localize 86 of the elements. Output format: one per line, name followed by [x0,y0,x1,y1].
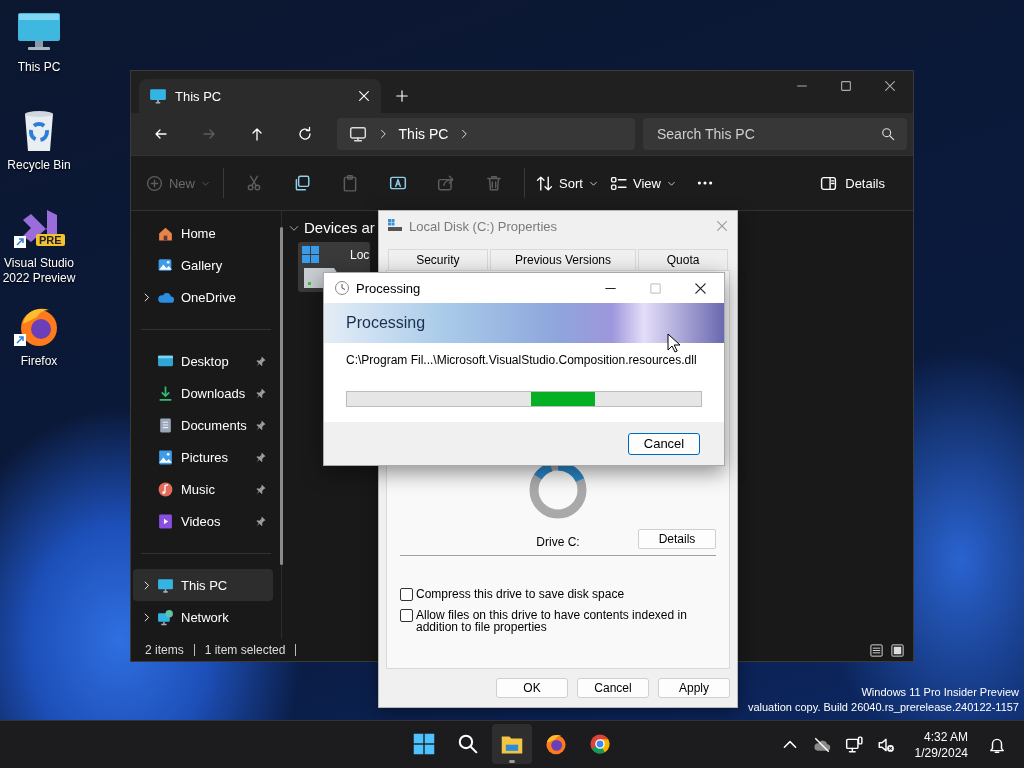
maximize-icon[interactable] [839,79,853,93]
view-icon [610,174,627,192]
plus-circle-icon [146,174,163,192]
monitor-icon [157,576,174,594]
checkbox-label[interactable]: Compress this drive to save disk space [416,588,625,600]
mouse-cursor-icon [667,333,681,353]
monitor-icon [348,125,367,143]
sidebar-item[interactable]: Pictures [133,441,273,473]
dialog-title: Local Disk (C:) Properties [409,218,558,234]
picture-icon [157,448,174,466]
sort-icon [536,174,554,192]
sidebar-item[interactable]: Home [133,217,273,249]
dialog-tab[interactable]: Quota [638,249,728,270]
search-field[interactable]: Search This PC [642,118,907,150]
gallery-icon [157,256,174,274]
details-view-icon[interactable] [869,642,884,658]
clock-icon [334,280,350,296]
music-note-icon [157,480,174,498]
tiles-view-icon[interactable] [890,642,905,658]
pin-icon[interactable] [255,451,267,463]
clock-date[interactable]: 1/29/2024 [914,744,968,761]
close-tab-icon[interactable] [357,89,371,103]
document-icon [157,416,174,434]
dialog-tab[interactable]: Security [388,249,488,270]
sidebar-item[interactable]: OneDrive [133,281,273,313]
cancel-button[interactable]: Cancel [628,432,700,455]
pin-icon[interactable] [255,387,267,399]
pin-icon[interactable] [255,515,267,527]
sort-button[interactable]: Sort [531,165,603,201]
shortcut-arrow-icon [14,334,26,346]
rename-icon[interactable] [389,174,407,192]
checkbox[interactable] [400,609,413,622]
details-button[interactable]: Details [814,173,891,193]
refresh-icon[interactable] [296,126,313,142]
sidebar-item[interactable]: This PC [133,569,273,601]
new-tab-icon[interactable] [395,89,409,103]
breadcrumb-item[interactable]: This PC [398,126,449,142]
sidebar-item[interactable]: Videos [133,505,273,537]
sidebar-item[interactable]: Music [133,473,273,505]
taskbar-button[interactable] [492,724,532,764]
desktop-icon-label[interactable]: Visual Studio 2022 Preview [0,256,78,286]
search-icon[interactable] [880,127,895,141]
close-icon[interactable] [693,280,708,296]
checkbox[interactable] [400,588,413,601]
drive-label: Drive C: [536,535,580,549]
sidebar-item[interactable]: Gallery [133,249,273,281]
start-icon [411,731,437,757]
desktop-icon-label[interactable]: This PC [17,60,61,75]
monitor-icon [149,87,167,105]
sidebar-item[interactable]: Downloads [133,377,273,409]
copy-icon[interactable] [293,174,311,192]
cancel-button[interactable]: Cancel [577,678,649,698]
video-icon [157,512,174,530]
address-bar[interactable]: This PC [336,118,635,150]
desktop-icon-label[interactable]: Recycle Bin [7,158,71,173]
selection-count: 1 item selected [204,643,286,657]
file-path: C:\Program Fil...\Microsoft.VisualStudio.Composition.resources.dll [346,353,698,367]
section-header[interactable]: Devices ar [304,219,375,236]
preview-badge: PRE [36,234,65,246]
download-arrow-icon [157,384,174,402]
shortcut-arrow-icon [14,236,26,248]
network-monitor-icon[interactable] [844,735,863,754]
item-count: 2 items [145,643,184,657]
close-icon[interactable] [883,79,897,93]
checkbox-label[interactable]: Allow files on this drive to have contents indexed in addition to file properties [416,609,716,633]
desktop-notice-text: valuation copy. Build 26040.rs_prerelease.240122-1157 [747,700,1019,715]
apply-button[interactable]: Apply [658,678,730,698]
pin-icon[interactable] [255,355,267,367]
details-button[interactable]: Details [638,529,716,549]
cloud-off-icon[interactable] [812,735,831,754]
sidebar-item[interactable]: Network [133,601,273,633]
clock-time[interactable]: 4:32 AM [923,728,968,745]
pin-icon[interactable] [255,419,267,431]
ok-button[interactable]: OK [496,678,568,698]
pin-icon[interactable] [255,483,267,495]
explorer-tab[interactable]: This PC [139,79,381,113]
view-button[interactable]: View [603,165,683,201]
sidebar-item[interactable]: Desktop [133,345,273,377]
dialog-tab[interactable]: Previous Versions [489,249,637,270]
details-pane-icon [820,174,838,192]
desktop-notice-text: Windows 11 Pro Insider Preview [861,685,1019,700]
sidebar-item[interactable]: Documents [133,409,273,441]
desktop-icon-label[interactable]: Firefox [20,354,58,369]
dialog-heading: Processing [346,314,426,332]
drive-icon [387,219,403,233]
network-icon [157,608,174,626]
